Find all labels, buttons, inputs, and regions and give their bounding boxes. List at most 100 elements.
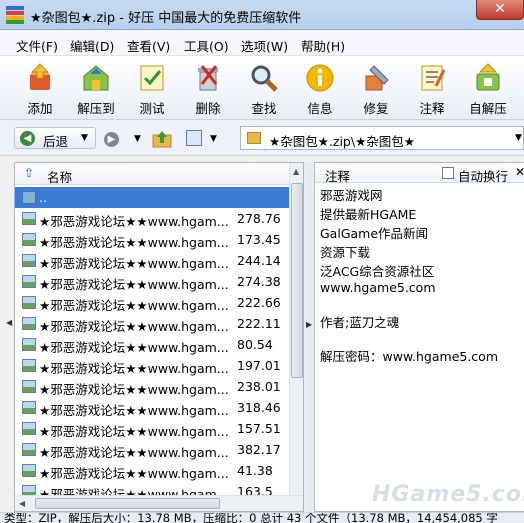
image-file-icon bbox=[22, 275, 36, 288]
file-name: ★邪恶游戏论坛★★www.hgam... bbox=[39, 403, 229, 418]
table-row[interactable]: ★邪恶游戏论坛★★www.hgam... 41.38 bbox=[15, 460, 289, 481]
vertical-scroll-thumb[interactable] bbox=[291, 183, 303, 378]
delete-button[interactable]: 删除 bbox=[182, 60, 234, 118]
scroll-up-icon[interactable]: ▲ bbox=[293, 167, 299, 176]
up-folder-icon[interactable] bbox=[152, 130, 172, 148]
table-row[interactable]: ★邪恶游戏论坛★★www.hgam... 80.54 bbox=[15, 334, 289, 355]
delete-label: 删除 bbox=[195, 101, 221, 116]
scroll-left-icon[interactable]: ◀ bbox=[19, 499, 25, 508]
back-label: 后退 bbox=[43, 134, 69, 149]
comment-pane: 注释 自动换行 ✕ 邪恶游戏网 提供最新HGAME GalGame作品新闻 资源… bbox=[314, 162, 524, 512]
window-close-button[interactable]: ✕ bbox=[476, 0, 524, 20]
comment-line: 提供最新HGAME bbox=[320, 207, 417, 222]
parent-folder-row[interactable]: .. bbox=[15, 187, 289, 208]
extract-to-label: 解压到 bbox=[77, 101, 115, 116]
table-row[interactable]: ★邪恶游戏论坛★★www.hgam... 274.38 bbox=[15, 271, 289, 292]
pane-splitter[interactable] bbox=[305, 162, 313, 512]
file-name: ★邪恶游戏论坛★★www.hgam... bbox=[39, 256, 229, 271]
image-file-icon bbox=[22, 401, 36, 414]
table-row[interactable]: ★邪恶游戏论坛★★www.hgam... 318.46 bbox=[15, 397, 289, 418]
file-list: ⇧ 名称 .. ★邪恶游戏论坛★★www.hgam... 278.76 ★邪恶游… bbox=[14, 162, 304, 512]
table-row[interactable]: ★邪恶游戏论坛★★www.hgam... 238.01 bbox=[15, 376, 289, 397]
sfx-icon bbox=[476, 63, 500, 91]
sfx-label: 自解压 bbox=[469, 101, 507, 116]
comment-close-button[interactable]: ✕ bbox=[515, 165, 524, 179]
forward-button[interactable]: ▶ bbox=[104, 132, 119, 147]
auto-wrap-label[interactable]: 自动换行 bbox=[458, 166, 508, 185]
table-row[interactable]: ★邪恶游戏论坛★★www.hgam... 197.01 bbox=[15, 355, 289, 376]
left-collapse-icon[interactable]: ◀ bbox=[6, 318, 12, 327]
view-mode-icon[interactable] bbox=[186, 130, 202, 146]
forward-dropdown-icon[interactable]: ▼ bbox=[134, 134, 141, 144]
file-size: 197.01 bbox=[237, 358, 281, 373]
back-dropdown-icon[interactable]: ▼ bbox=[81, 133, 88, 143]
test-button[interactable]: 测试 bbox=[126, 60, 178, 118]
image-file-icon bbox=[22, 422, 36, 435]
file-size: 278.76 bbox=[237, 211, 281, 226]
file-size: 222.66 bbox=[237, 295, 281, 310]
extract-to-button[interactable]: 解压到 bbox=[70, 60, 122, 118]
file-name: ★邪恶游戏论坛★★www.hgam... bbox=[39, 277, 229, 292]
file-size: 318.46 bbox=[237, 400, 281, 415]
view-mode-dropdown-icon[interactable]: ▼ bbox=[210, 134, 217, 144]
add-label: 添加 bbox=[27, 101, 53, 116]
table-row[interactable]: ★邪恶游戏论坛★★www.hgam... 278.76 bbox=[15, 208, 289, 229]
repair-button[interactable]: 修复 bbox=[350, 60, 402, 118]
file-name: ★邪恶游戏论坛★★www.hgam... bbox=[39, 382, 229, 397]
find-button[interactable]: 查找 bbox=[238, 60, 290, 118]
image-file-icon bbox=[22, 464, 36, 477]
table-row[interactable]: ★邪恶游戏论坛★★www.hgam... 222.66 bbox=[15, 292, 289, 313]
menu-tools[interactable]: 工具(O) bbox=[184, 36, 229, 55]
table-row[interactable]: ★邪恶游戏论坛★★www.hgam... 173.45 bbox=[15, 229, 289, 250]
file-size: 382.17 bbox=[237, 442, 281, 457]
address-bar[interactable]: ★杂图包★.zip\★杂图包★ ▼ bbox=[240, 126, 524, 150]
table-row[interactable]: ★邪恶游戏论坛★★www.hgam... 157.51 bbox=[15, 418, 289, 439]
menu-file[interactable]: 文件(F) bbox=[16, 36, 58, 55]
image-file-icon bbox=[22, 233, 36, 246]
repair-icon bbox=[365, 65, 389, 91]
auto-wrap-checkbox[interactable] bbox=[442, 167, 454, 179]
table-row[interactable]: ★邪恶游戏论坛★★www.hgam... 222.11 bbox=[15, 313, 289, 334]
image-file-icon bbox=[22, 254, 36, 267]
menu-help[interactable]: 帮助(H) bbox=[301, 36, 345, 55]
address-dropdown-icon[interactable]: ▼ bbox=[515, 133, 522, 143]
repair-label: 修复 bbox=[363, 101, 389, 116]
comment-line: 资源下载 bbox=[320, 245, 371, 260]
test-icon bbox=[140, 65, 164, 91]
file-size: 274.38 bbox=[237, 274, 281, 289]
file-size: 238.01 bbox=[237, 379, 281, 394]
sfx-button[interactable]: 自解压 bbox=[462, 60, 514, 118]
window-title: ★杂图包★.zip - 好压 中国最大的免费压缩软件 bbox=[30, 11, 302, 26]
table-row[interactable]: ★邪恶游戏论坛★★www.hgam... 382.17 bbox=[15, 439, 289, 460]
horizontal-scrollbar[interactable]: ◀ bbox=[15, 495, 303, 511]
horizontal-scroll-thumb[interactable] bbox=[35, 498, 220, 509]
comment-line: 泛ACG综合资源社区 bbox=[320, 264, 435, 279]
watermark-logo: HGame5.com bbox=[372, 482, 524, 507]
file-name: ★邪恶游戏论坛★★www.hgam... bbox=[39, 214, 229, 229]
sort-up-icon[interactable]: ⇧ bbox=[24, 166, 34, 180]
back-arrow-icon: ◀ bbox=[20, 131, 35, 146]
toolbar: 添加 解压到 测试 删除 查找 信息 修复 注释 自解压 bbox=[0, 56, 524, 120]
image-file-icon bbox=[22, 338, 36, 351]
comment-button[interactable]: 注释 bbox=[406, 60, 458, 118]
file-name: ★邪恶游戏论坛★★www.hgam... bbox=[39, 235, 229, 250]
menu-options[interactable]: 选项(W) bbox=[241, 36, 288, 55]
file-size: 41.38 bbox=[237, 463, 273, 478]
info-button[interactable]: 信息 bbox=[294, 60, 346, 118]
column-name[interactable]: 名称 bbox=[47, 167, 72, 186]
file-name: ★邪恶游戏论坛★★www.hgam... bbox=[39, 319, 229, 334]
file-name: ★邪恶游戏论坛★★www.hgam... bbox=[39, 361, 229, 376]
table-row[interactable]: ★邪恶游戏论坛★★www.hgam... 244.14 bbox=[15, 250, 289, 271]
address-path: ★杂图包★.zip\★杂图包★ bbox=[269, 134, 415, 149]
splitter-collapse-icon[interactable]: ▶ bbox=[306, 320, 312, 329]
vertical-scrollbar[interactable]: ▲ bbox=[289, 163, 303, 495]
menu-edit[interactable]: 编辑(D) bbox=[70, 36, 114, 55]
back-button[interactable]: ◀ 后退 ▼ bbox=[14, 127, 96, 149]
comment-icon bbox=[421, 65, 446, 91]
image-file-icon bbox=[22, 359, 36, 372]
image-file-icon bbox=[22, 443, 36, 456]
file-name: ★邪恶游戏论坛★★www.hgam... bbox=[39, 424, 229, 439]
menu-view[interactable]: 查看(V) bbox=[127, 36, 170, 55]
add-button[interactable]: 添加 bbox=[14, 60, 66, 118]
title-bar: ★杂图包★.zip - 好压 中国最大的免费压缩软件 ✕ bbox=[0, 0, 524, 30]
